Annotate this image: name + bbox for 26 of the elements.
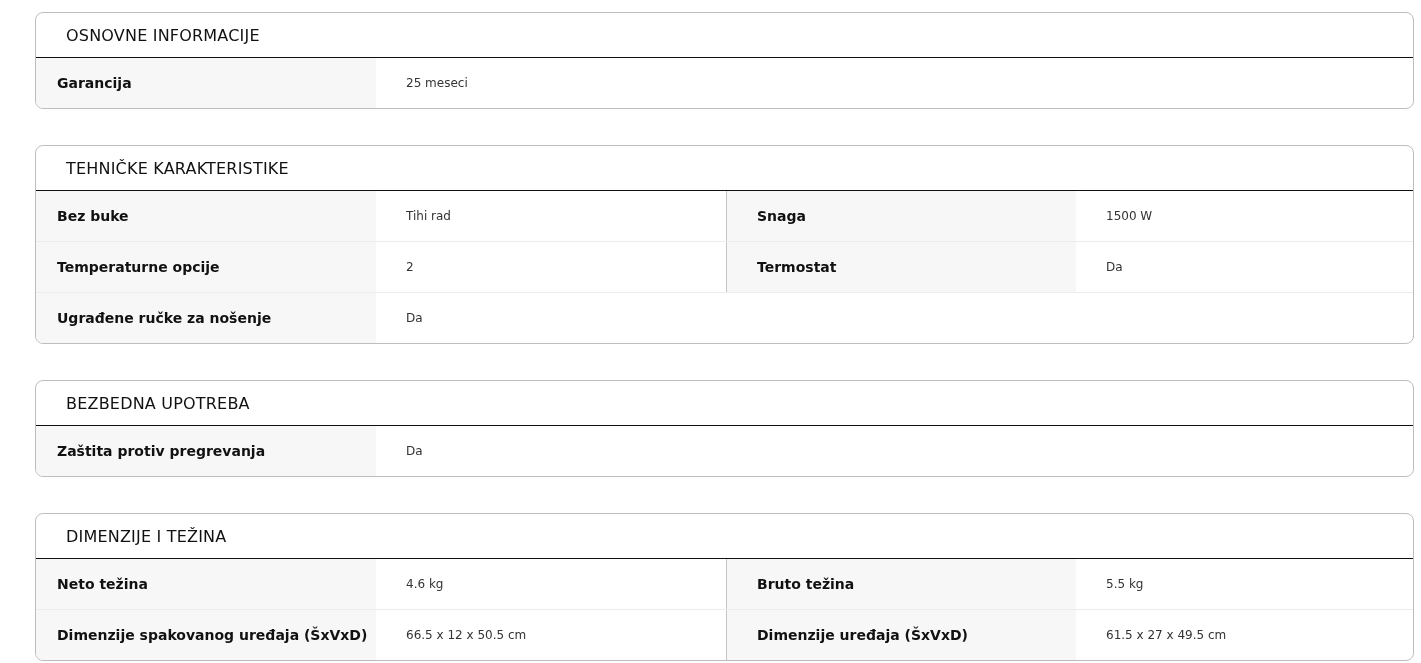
section-title: DIMENZIJE I TEŽINA: [66, 526, 227, 546]
spec-value: Tihi rad: [405, 208, 452, 225]
spec-label: Bruto težina: [726, 559, 1076, 609]
section-title: TEHNIČKE KARAKTERISTIKE: [66, 158, 289, 178]
spec-value: Da: [1105, 259, 1124, 276]
spec-value: 61.5 x 27 x 49.5 cm: [1105, 627, 1228, 644]
spec-label: Snaga: [726, 191, 1076, 241]
spec-label: Temperaturne opcije: [36, 242, 376, 292]
spec-label: Neto težina: [36, 559, 376, 609]
spec-label: Zaštita protiv pregrevanja: [36, 426, 376, 476]
section-title: OSNOVNE INFORMACIJE: [66, 25, 260, 45]
spec-value: 4.6 kg: [405, 576, 445, 593]
spec-value: Da: [405, 443, 424, 460]
spec-value: 1500 W: [1105, 208, 1154, 225]
spec-value: Da: [405, 310, 424, 327]
spec-label: Termostat: [726, 242, 1076, 292]
spec-label: Ugrađene ručke za nošenje: [36, 293, 376, 343]
spec-value: 66.5 x 12 x 50.5 cm: [405, 627, 528, 644]
spec-label: Bez buke: [36, 191, 376, 241]
spec-label: Garancija: [36, 58, 376, 108]
section-title: BEZBEDNA UPOTREBA: [66, 393, 250, 413]
spec-value: 5.5 kg: [1105, 576, 1145, 593]
spec-label: Dimenzije spakovanog uređaja (ŠxVxD): [36, 610, 376, 660]
spec-value: 2: [405, 259, 415, 276]
spec-value: 25 meseci: [405, 75, 469, 92]
spec-label: Dimenzije uređaja (ŠxVxD): [726, 610, 1076, 660]
